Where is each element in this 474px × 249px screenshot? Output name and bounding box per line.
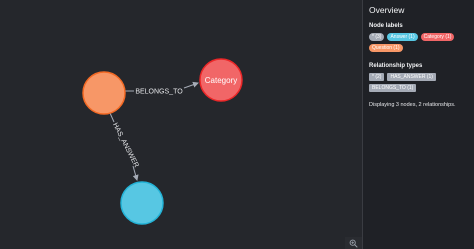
graph-svg[interactable]: BELONGS_TO HAS_ANSWER Category bbox=[0, 0, 362, 249]
node-label-list-row2: Question (1) bbox=[369, 44, 474, 52]
zoom-in-button[interactable] bbox=[345, 237, 362, 249]
relationship-type-has-answer[interactable]: HAS_ANSWER (1) bbox=[387, 73, 436, 81]
relationship-label: BELONGS_TO bbox=[135, 89, 183, 96]
relationship-line[interactable] bbox=[183, 81, 199, 89]
node-label-question[interactable]: Question (1) bbox=[369, 44, 403, 52]
relationship-label: HAS_ANSWER bbox=[111, 122, 139, 169]
display-status: Displaying 3 nodes, 2 relationships. bbox=[369, 102, 456, 108]
overview-panel: Overview Node labels * (3) Answer (1) Ca… bbox=[363, 0, 474, 249]
relationship-type-belongs-to[interactable]: BELONGS_TO (1) bbox=[369, 84, 417, 92]
node-label-category[interactable]: Category (1) bbox=[420, 33, 455, 41]
node-label-answer[interactable]: Answer (1) bbox=[387, 33, 418, 41]
relationship-line[interactable] bbox=[132, 165, 139, 181]
node-label-list: * (3) Answer (1) Category (1) bbox=[369, 33, 474, 41]
node-label-all[interactable]: * (3) bbox=[369, 33, 385, 41]
relationship-belongs-to[interactable]: BELONGS_TO bbox=[125, 81, 199, 96]
node-question[interactable] bbox=[82, 71, 126, 115]
node-caption: Category bbox=[205, 76, 237, 85]
node-answer[interactable] bbox=[120, 181, 164, 225]
relationship-type-list: * (2) HAS_ANSWER (1) bbox=[369, 73, 474, 81]
relationship-type-list-row2: BELONGS_TO (1) bbox=[369, 84, 474, 92]
relationship-types-heading: Relationship types bbox=[369, 63, 423, 69]
node-category-group[interactable]: Category bbox=[199, 58, 243, 102]
app-window: BELONGS_TO HAS_ANSWER Category Overview … bbox=[0, 0, 474, 249]
relationship-line[interactable] bbox=[109, 112, 115, 123]
zoom-in-icon bbox=[349, 239, 358, 248]
relationship-type-all[interactable]: * (2) bbox=[369, 73, 385, 81]
graph-canvas[interactable]: BELONGS_TO HAS_ANSWER Category bbox=[0, 0, 362, 249]
node-labels-heading: Node labels bbox=[369, 23, 403, 29]
relationship-has-answer[interactable]: HAS_ANSWER bbox=[109, 112, 140, 181]
overview-title: Overview bbox=[369, 5, 405, 15]
